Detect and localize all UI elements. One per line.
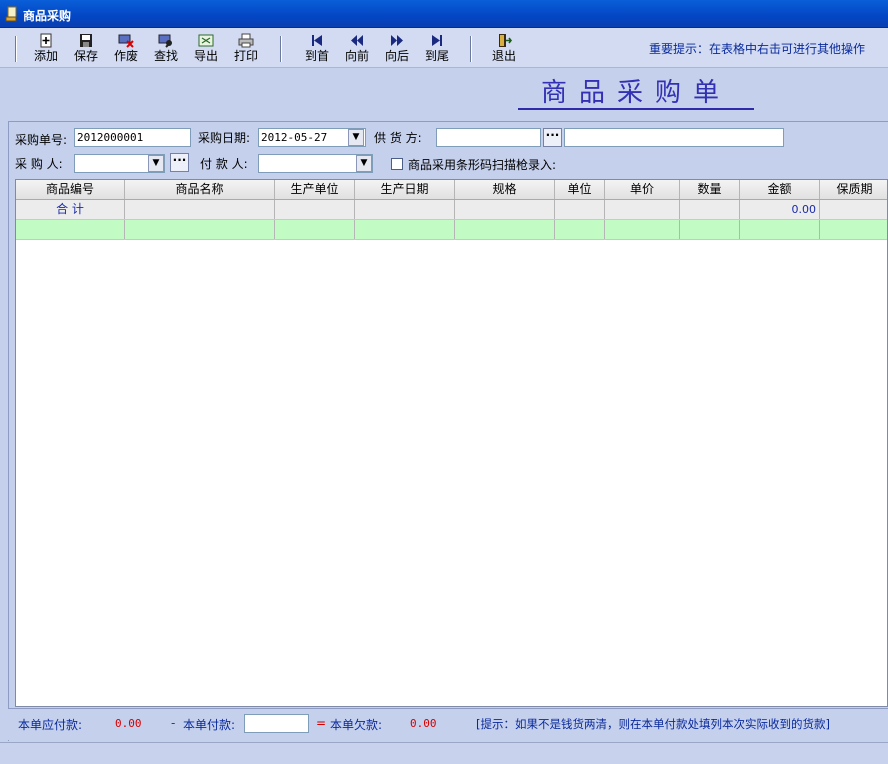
- export-button[interactable]: 导出: [189, 32, 223, 66]
- chevron-down-icon: ▼: [152, 158, 160, 168]
- grid-total-row: 合 计 0.00: [16, 200, 887, 220]
- add-icon: [40, 33, 52, 48]
- footer-hint: [提示：如果不是钱货两清，则在本单付款处填列本次实际收到的货款]: [476, 717, 830, 731]
- barcode-checkbox[interactable]: [391, 158, 403, 170]
- order-no-input[interactable]: 2012000001: [74, 128, 191, 147]
- grid-cell: [820, 200, 887, 219]
- window-title: 商品采购: [23, 9, 72, 23]
- last-icon: [432, 35, 442, 46]
- purchase-items-grid[interactable]: 商品编号 商品名称 生产单位 生产日期 规格 单位 单价 数量 金额 保质期 合…: [15, 179, 888, 707]
- form-title: 商品采购单: [518, 76, 754, 110]
- toolbar-hint: 重要提示：在表格中右击可进行其他操作: [649, 42, 866, 56]
- first-record-button[interactable]: 到首: [300, 32, 334, 66]
- next-icon: [391, 35, 403, 46]
- grid-cell[interactable]: [16, 220, 125, 239]
- void-icon: [118, 34, 134, 48]
- grid-cell[interactable]: [275, 220, 355, 239]
- grid-cell: [605, 200, 680, 219]
- toolbar: 添加 保存 作废 查找 导出 打印 到首 向前 向后 到尾 退出 重要提示：在表…: [0, 28, 888, 68]
- supplier-name-input[interactable]: [564, 128, 784, 147]
- exit-button[interactable]: 退出: [487, 32, 521, 66]
- total-label: 合 计: [16, 200, 125, 219]
- ellipsis-icon: ···: [172, 153, 187, 167]
- paid-input[interactable]: [244, 714, 309, 733]
- toolbar-separator: [280, 36, 282, 62]
- void-button[interactable]: 作废: [109, 32, 143, 66]
- grid-cell[interactable]: [820, 220, 887, 239]
- prev-record-button[interactable]: 向前: [340, 32, 374, 66]
- column-header[interactable]: 生产单位: [275, 180, 355, 199]
- date-dropdown-button[interactable]: ▼: [348, 129, 364, 146]
- save-button[interactable]: 保存: [69, 32, 103, 66]
- column-header[interactable]: 商品编号: [16, 180, 125, 199]
- grid-cell: [555, 200, 605, 219]
- minus-sign: -: [171, 716, 176, 730]
- chevron-down-icon: ▼: [360, 158, 368, 168]
- column-header[interactable]: 数量: [680, 180, 740, 199]
- print-icon: [238, 33, 254, 48]
- next-record-button[interactable]: 向后: [380, 32, 414, 66]
- find-icon: [158, 34, 172, 48]
- exit-icon: [499, 34, 512, 47]
- app-icon: [5, 6, 17, 22]
- column-header[interactable]: 单位: [555, 180, 605, 199]
- export-icon: [198, 34, 214, 47]
- date-label: 采购日期:: [198, 131, 251, 145]
- grid-cell: [275, 200, 355, 219]
- supplier-lookup-button[interactable]: ···: [543, 128, 562, 147]
- grid-cell[interactable]: [680, 220, 740, 239]
- add-button[interactable]: 添加: [29, 32, 63, 66]
- column-header[interactable]: 单价: [605, 180, 680, 199]
- toolbar-separator: [15, 36, 17, 62]
- paid-label: 本单付款:: [183, 718, 236, 732]
- payable-label: 本单应付款:: [18, 718, 83, 732]
- grid-cell[interactable]: [555, 220, 605, 239]
- barcode-label: 商品采用条形码扫描枪录入:: [408, 158, 557, 172]
- prev-icon: [351, 35, 363, 46]
- last-record-button[interactable]: 到尾: [420, 32, 454, 66]
- grid-cell: [455, 200, 555, 219]
- supplier-code-input[interactable]: [436, 128, 541, 147]
- total-amount: 0.00: [740, 200, 820, 219]
- payable-value: 0.00: [115, 717, 142, 730]
- buyer-dropdown-button[interactable]: ▼: [148, 155, 164, 172]
- title-bar: 商品采购: [0, 0, 888, 28]
- grid-cell: [125, 200, 275, 219]
- grid-new-row[interactable]: [16, 220, 887, 240]
- grid-cell[interactable]: [740, 220, 820, 239]
- buyer-lookup-button[interactable]: ···: [170, 153, 189, 172]
- order-no-label: 采购单号:: [15, 133, 68, 147]
- save-icon: [80, 34, 92, 47]
- buyer-label: 采 购 人:: [15, 157, 63, 171]
- column-header[interactable]: 规格: [455, 180, 555, 199]
- supplier-label: 供 货 方:: [374, 131, 422, 145]
- grid-cell[interactable]: [455, 220, 555, 239]
- toolbar-separator: [470, 36, 472, 62]
- chevron-down-icon: ▼: [352, 132, 360, 142]
- column-header[interactable]: 商品名称: [125, 180, 275, 199]
- print-button[interactable]: 打印: [229, 32, 263, 66]
- grid-cell[interactable]: [125, 220, 275, 239]
- grid-cell: [680, 200, 740, 219]
- find-button[interactable]: 查找: [149, 32, 183, 66]
- grid-cell[interactable]: [355, 220, 455, 239]
- payer-label: 付 款 人:: [200, 157, 248, 171]
- equals-sign: =: [316, 716, 327, 730]
- column-header[interactable]: 生产日期: [355, 180, 455, 199]
- payer-dropdown-button[interactable]: ▼: [356, 155, 372, 172]
- column-header[interactable]: 金额: [740, 180, 820, 199]
- first-icon: [312, 35, 322, 46]
- owed-value: 0.00: [410, 717, 437, 730]
- column-header[interactable]: 保质期: [820, 180, 887, 199]
- grid-header-row: 商品编号 商品名称 生产单位 生产日期 规格 单位 单价 数量 金额 保质期: [16, 180, 887, 200]
- ellipsis-icon: ···: [545, 128, 560, 142]
- owed-label: 本单欠款:: [330, 718, 383, 732]
- grid-cell[interactable]: [605, 220, 680, 239]
- grid-cell: [355, 200, 455, 219]
- status-bar: [0, 742, 888, 764]
